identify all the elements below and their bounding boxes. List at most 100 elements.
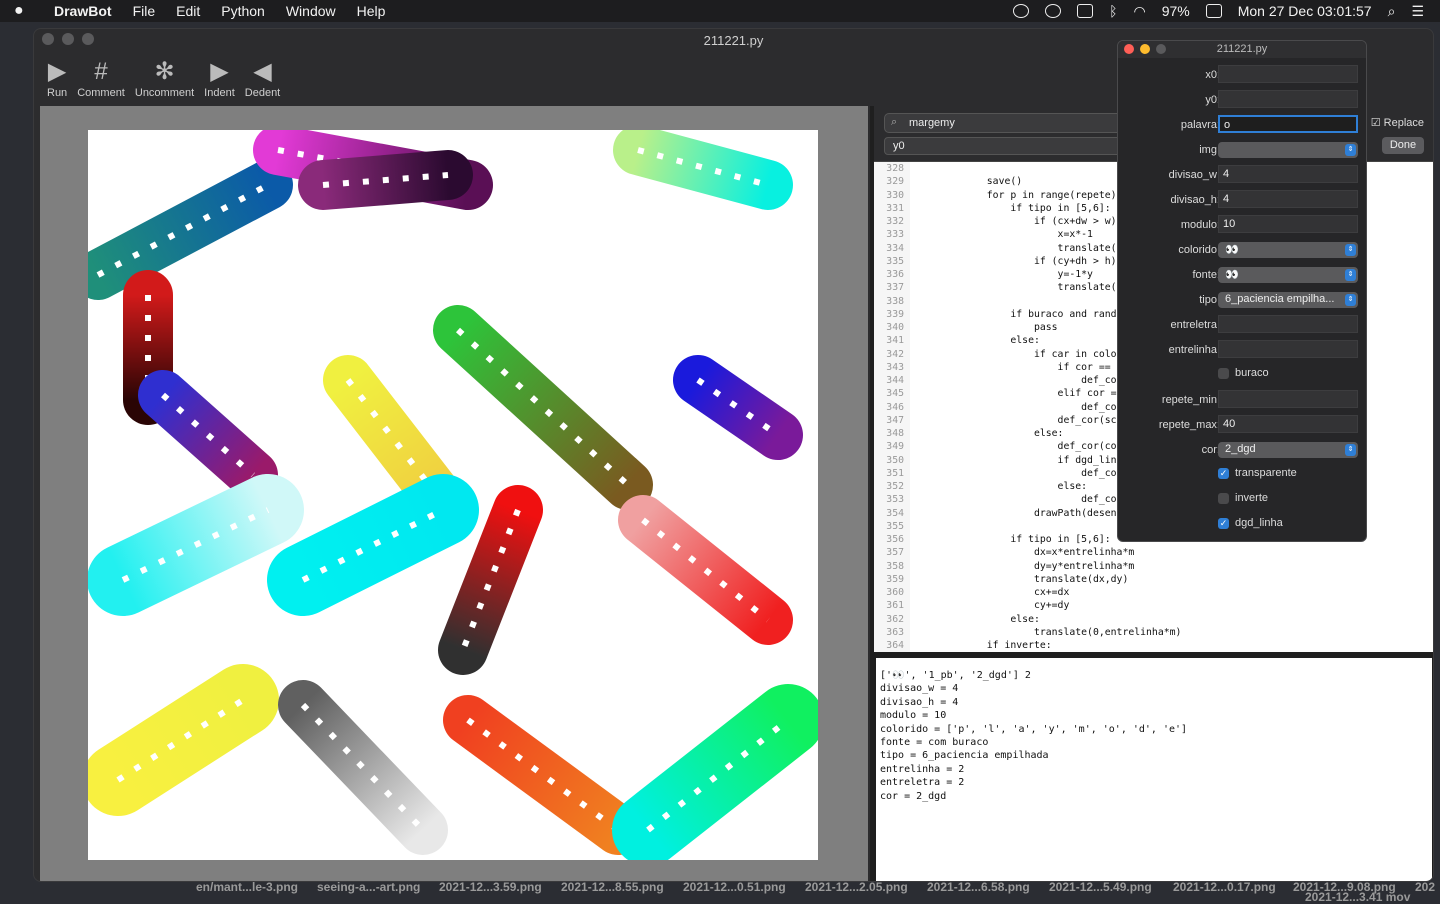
- input-repete_max[interactable]: 40: [1218, 415, 1358, 433]
- select-fonte[interactable]: 👀 ⇕: [1218, 267, 1358, 283]
- uncomment-button[interactable]: ✻ Uncomment: [130, 51, 199, 105]
- panel-row: palavra: o: [1118, 114, 1366, 139]
- code-line: translate(dx,dy): [916, 573, 1129, 585]
- indent-button[interactable]: ▶ Indent: [199, 51, 240, 105]
- desktop-file-label[interactable]: 2021-12...3.59.png: [439, 880, 542, 894]
- battery-percent[interactable]: 97%: [1162, 3, 1190, 19]
- battery-icon[interactable]: [1205, 4, 1222, 18]
- line-number: 359: [886, 573, 904, 585]
- menu-file[interactable]: File: [133, 3, 156, 19]
- code-line: translate(0,entrelinha*m): [916, 626, 1182, 638]
- keyboard-icon[interactable]: [1077, 4, 1094, 18]
- panel-row: cor: 2_dgd ⇕: [1118, 439, 1366, 464]
- menu-app-name[interactable]: DrawBot: [54, 3, 112, 19]
- line-number: 363: [886, 626, 904, 638]
- line-number: 346: [886, 401, 904, 413]
- dedent-icon: ◀: [253, 58, 272, 85]
- desktop-file-label[interactable]: 2021-12...0.17.png: [1173, 880, 1276, 894]
- panel-row: buraco: [1118, 364, 1366, 389]
- input-entrelinha[interactable]: [1218, 340, 1358, 358]
- line-number: 360: [886, 587, 904, 598]
- line-number: 345: [886, 388, 904, 400]
- line-number: 353: [886, 494, 904, 506]
- output-line: colorido = ['p', 'l', 'a', 'y', 'm', 'o'…: [880, 723, 1188, 735]
- checkbox-label: dgd_linha: [1235, 517, 1283, 529]
- input-divisao_h[interactable]: 4: [1218, 190, 1358, 208]
- minimize-button[interactable]: [62, 33, 74, 45]
- uncomment-label: Uncomment: [134, 87, 195, 99]
- checkbox-dgd_linha[interactable]: ✓: [1218, 518, 1229, 529]
- checkbox-inverte[interactable]: [1218, 493, 1229, 504]
- desktop-file-label[interactable]: 202: [1415, 880, 1435, 894]
- menu-edit[interactable]: Edit: [176, 3, 200, 19]
- close-button[interactable]: [42, 33, 54, 45]
- comment-button[interactable]: # Comment: [72, 51, 130, 105]
- desktop-file-label[interactable]: 2021-12...8.55.png: [561, 880, 664, 894]
- search-icon[interactable]: ⌕: [1388, 3, 1396, 20]
- select-cor[interactable]: 2_dgd ⇕: [1218, 442, 1358, 458]
- field-label: entreletra:: [1170, 319, 1220, 331]
- desktop-file-label[interactable]: 2021-12...3.41 mov: [1305, 890, 1410, 904]
- drawing-canvas: [88, 130, 818, 860]
- wifi-icon[interactable]: ◠: [1133, 3, 1145, 20]
- find-input[interactable]: ⌕ margemy: [884, 113, 1124, 133]
- field-label: fonte:: [1192, 269, 1220, 281]
- panel-row: colorido: 👀 ⇕: [1118, 239, 1366, 264]
- checkbox-buraco[interactable]: [1218, 368, 1229, 379]
- checkbox-transparente[interactable]: ✓: [1218, 468, 1229, 479]
- control-center-icon[interactable]: ☰: [1411, 3, 1424, 20]
- input-y0[interactable]: [1218, 90, 1358, 108]
- canvas-view[interactable]: [40, 106, 868, 881]
- panel-zoom-button[interactable]: [1156, 44, 1166, 54]
- dedent-button[interactable]: ◀ Dedent: [240, 51, 285, 105]
- field-label: colorido:: [1178, 244, 1220, 256]
- input-palavra[interactable]: o: [1218, 115, 1358, 133]
- desktop-file-label[interactable]: seeing-a...-art.png: [317, 880, 420, 894]
- menu-help[interactable]: Help: [357, 3, 386, 19]
- checkbox-label: buraco: [1235, 367, 1269, 379]
- input-entreletra[interactable]: [1218, 315, 1358, 333]
- indent-icon: ▶: [210, 58, 229, 85]
- run-label: Run: [47, 87, 68, 99]
- chevron-updown-icon: ⇕: [1345, 294, 1356, 306]
- desktop-file-label[interactable]: 2021-12...0.51.png: [683, 880, 786, 894]
- creative-cloud-icon[interactable]: [1013, 4, 1030, 18]
- run-button[interactable]: ▶ Run: [42, 51, 72, 105]
- select-colorido[interactable]: 👀 ⇕: [1218, 242, 1358, 258]
- line-number: 329: [886, 176, 904, 188]
- output-line: cor = 2_dgd: [880, 790, 947, 802]
- comment-label: Comment: [77, 87, 125, 99]
- input-modulo[interactable]: 10: [1218, 215, 1358, 233]
- input-repete_min[interactable]: [1218, 390, 1358, 408]
- output-line: divisao_h = 4: [880, 696, 959, 708]
- select-img[interactable]: ⇕: [1218, 142, 1358, 158]
- dark-mode-icon[interactable]: [1045, 4, 1062, 18]
- clock[interactable]: Mon 27 Dec 03:01:57: [1238, 3, 1372, 19]
- panel-close-button[interactable]: [1124, 44, 1134, 54]
- line-number: 339: [886, 308, 904, 320]
- replace-input[interactable]: y0: [884, 137, 1124, 155]
- select-tipo[interactable]: 6_paciencia empilha... ⇕: [1218, 292, 1358, 308]
- code-line: dy=y*entrelinha*m: [916, 560, 1135, 572]
- line-number: 357: [886, 547, 904, 559]
- apple-icon[interactable]: ●: [14, 2, 42, 20]
- find-query: margemy: [909, 117, 955, 129]
- line-number: 344: [886, 375, 904, 386]
- panel-minimize-button[interactable]: [1140, 44, 1150, 54]
- replace-checkbox[interactable]: ☑ Replace: [1371, 116, 1424, 129]
- desktop-file-label[interactable]: en/mant...le-3.png: [196, 880, 298, 894]
- input-x0[interactable]: [1218, 65, 1358, 83]
- desktop-file-label[interactable]: 2021-12...5.49.png: [1049, 880, 1152, 894]
- line-number: 337: [886, 282, 904, 294]
- bluetooth-icon[interactable]: ᛒ: [1109, 3, 1117, 19]
- menu-python[interactable]: Python: [221, 3, 265, 19]
- zoom-button[interactable]: [82, 33, 94, 45]
- done-button[interactable]: Done: [1382, 137, 1424, 154]
- dedent-label: Dedent: [244, 87, 281, 99]
- desktop-file-label[interactable]: 2021-12...6.58.png: [927, 880, 1030, 894]
- line-number: 355: [886, 520, 904, 532]
- menu-window[interactable]: Window: [286, 3, 336, 19]
- generated-artwork: [88, 130, 818, 860]
- input-divisao_w[interactable]: 4: [1218, 165, 1358, 183]
- desktop-file-label[interactable]: 2021-12...2.05.png: [805, 880, 908, 894]
